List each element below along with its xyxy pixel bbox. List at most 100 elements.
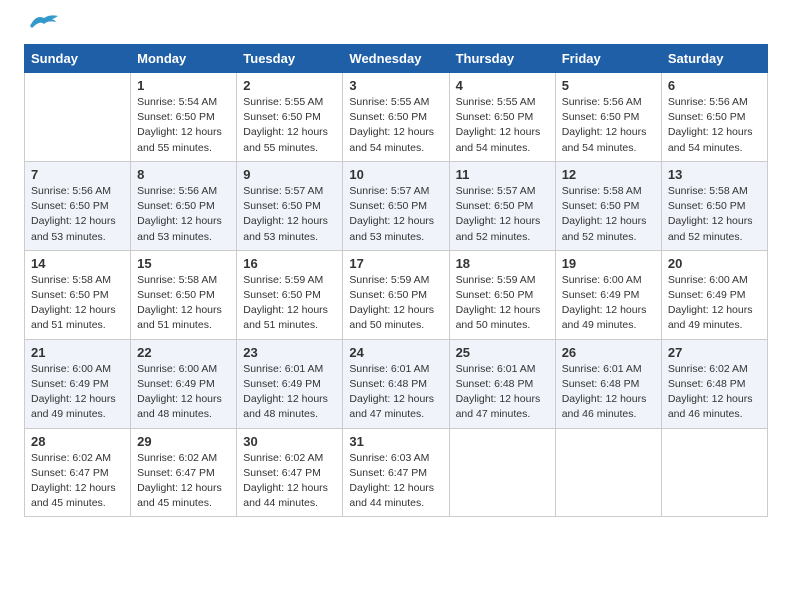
sun-info: Sunrise: 5:56 AM Sunset: 6:50 PM Dayligh… [31, 184, 124, 245]
cell-content-17: 17 Sunrise: 5:59 AM Sunset: 6:50 PM Dayli… [349, 256, 442, 334]
day-number: 19 [562, 256, 655, 271]
cell-content-30: 30 Sunrise: 6:02 AM Sunset: 6:47 PM Dayli… [243, 434, 336, 512]
cell-content-29: 29Sunrise: 6:02 AM Sunset: 6:47 PM Dayli… [137, 434, 230, 512]
day-number: 21 [31, 345, 124, 360]
calendar-cell [661, 428, 767, 517]
sun-info: Sunrise: 5:57 AM Sunset: 6:50 PM Dayligh… [456, 184, 549, 245]
sun-info: Sunrise: 6:02 AM Sunset: 6:47 PM Dayligh… [137, 451, 230, 512]
sun-info: Sunrise: 5:54 AM Sunset: 6:50 PM Dayligh… [137, 95, 230, 156]
sun-info: Sunrise: 6:02 AM Sunset: 6:47 PM Dayligh… [243, 451, 336, 512]
cell-content-5: 5 Sunrise: 5:56 AM Sunset: 6:50 PM Daylig… [562, 78, 655, 156]
calendar-cell: 10 Sunrise: 5:57 AM Sunset: 6:50 PM Dayli… [343, 161, 449, 250]
sun-info: Sunrise: 5:59 AM Sunset: 6:50 PM Dayligh… [456, 273, 549, 334]
weekday-header-sunday: Sunday [25, 45, 131, 73]
calendar-cell: 22Sunrise: 6:00 AM Sunset: 6:49 PM Dayli… [131, 339, 237, 428]
sun-info: Sunrise: 6:00 AM Sunset: 6:49 PM Dayligh… [562, 273, 655, 334]
day-number: 11 [456, 167, 549, 182]
calendar-cell [449, 428, 555, 517]
sun-info: Sunrise: 6:00 AM Sunset: 6:49 PM Dayligh… [137, 362, 230, 423]
calendar-cell: 7Sunrise: 5:56 AM Sunset: 6:50 PM Daylig… [25, 161, 131, 250]
sun-info: Sunrise: 6:01 AM Sunset: 6:49 PM Dayligh… [243, 362, 336, 423]
cell-content-22: 22Sunrise: 6:00 AM Sunset: 6:49 PM Dayli… [137, 345, 230, 423]
calendar-cell: 26Sunrise: 6:01 AM Sunset: 6:48 PM Dayli… [555, 339, 661, 428]
calendar-cell: 17 Sunrise: 5:59 AM Sunset: 6:50 PM Dayli… [343, 250, 449, 339]
calendar-cell: 12 Sunrise: 5:58 AM Sunset: 6:50 PM Dayli… [555, 161, 661, 250]
sun-info: Sunrise: 6:00 AM Sunset: 6:49 PM Dayligh… [668, 273, 761, 334]
sun-info: Sunrise: 5:56 AM Sunset: 6:50 PM Dayligh… [562, 95, 655, 156]
calendar-cell: 24 Sunrise: 6:01 AM Sunset: 6:48 PM Dayli… [343, 339, 449, 428]
cell-content-7: 7Sunrise: 5:56 AM Sunset: 6:50 PM Daylig… [31, 167, 124, 245]
page-header [24, 20, 768, 34]
day-number: 15 [137, 256, 230, 271]
day-number: 14 [31, 256, 124, 271]
calendar-cell: 13Sunrise: 5:58 AM Sunset: 6:50 PM Dayli… [661, 161, 767, 250]
weekday-header-tuesday: Tuesday [237, 45, 343, 73]
day-number: 18 [456, 256, 549, 271]
day-number: 27 [668, 345, 761, 360]
cell-content-24: 24 Sunrise: 6:01 AM Sunset: 6:48 PM Dayli… [349, 345, 442, 423]
sun-info: Sunrise: 5:58 AM Sunset: 6:50 PM Dayligh… [668, 184, 761, 245]
sun-info: Sunrise: 6:01 AM Sunset: 6:48 PM Dayligh… [349, 362, 442, 423]
sun-info: Sunrise: 5:59 AM Sunset: 6:50 PM Dayligh… [349, 273, 442, 334]
day-number: 1 [137, 78, 230, 93]
calendar-header: SundayMondayTuesdayWednesdayThursdayFrid… [25, 45, 768, 73]
cell-content-14: 14Sunrise: 5:58 AM Sunset: 6:50 PM Dayli… [31, 256, 124, 334]
sun-info: Sunrise: 5:59 AM Sunset: 6:50 PM Dayligh… [243, 273, 336, 334]
calendar-cell: 30 Sunrise: 6:02 AM Sunset: 6:47 PM Dayli… [237, 428, 343, 517]
cell-content-12: 12 Sunrise: 5:58 AM Sunset: 6:50 PM Dayli… [562, 167, 655, 245]
calendar-table: SundayMondayTuesdayWednesdayThursdayFrid… [24, 44, 768, 517]
cell-content-20: 20 Sunrise: 6:00 AM Sunset: 6:49 PM Dayli… [668, 256, 761, 334]
calendar-body: 1 Sunrise: 5:54 AM Sunset: 6:50 PM Daylig… [25, 73, 768, 517]
calendar-cell: 20 Sunrise: 6:00 AM Sunset: 6:49 PM Dayli… [661, 250, 767, 339]
day-number: 16 [243, 256, 336, 271]
calendar-cell: 5 Sunrise: 5:56 AM Sunset: 6:50 PM Daylig… [555, 73, 661, 162]
day-number: 5 [562, 78, 655, 93]
cell-content-16: 16 Sunrise: 5:59 AM Sunset: 6:50 PM Dayli… [243, 256, 336, 334]
cell-content-13: 13Sunrise: 5:58 AM Sunset: 6:50 PM Dayli… [668, 167, 761, 245]
sun-info: Sunrise: 5:58 AM Sunset: 6:50 PM Dayligh… [137, 273, 230, 334]
sun-info: Sunrise: 5:57 AM Sunset: 6:50 PM Dayligh… [349, 184, 442, 245]
cell-content-11: 11 Sunrise: 5:57 AM Sunset: 6:50 PM Dayli… [456, 167, 549, 245]
sun-info: Sunrise: 5:55 AM Sunset: 6:50 PM Dayligh… [243, 95, 336, 156]
calendar-cell: 27Sunrise: 6:02 AM Sunset: 6:48 PM Dayli… [661, 339, 767, 428]
sun-info: Sunrise: 5:55 AM Sunset: 6:50 PM Dayligh… [456, 95, 549, 156]
weekday-header-friday: Friday [555, 45, 661, 73]
calendar-cell [555, 428, 661, 517]
cell-content-23: 23Sunrise: 6:01 AM Sunset: 6:49 PM Dayli… [243, 345, 336, 423]
day-number: 8 [137, 167, 230, 182]
cell-content-1: 1 Sunrise: 5:54 AM Sunset: 6:50 PM Daylig… [137, 78, 230, 156]
day-number: 2 [243, 78, 336, 93]
calendar-cell: 18 Sunrise: 5:59 AM Sunset: 6:50 PM Dayli… [449, 250, 555, 339]
sun-info: Sunrise: 6:01 AM Sunset: 6:48 PM Dayligh… [456, 362, 549, 423]
day-number: 24 [349, 345, 442, 360]
calendar-cell: 21 Sunrise: 6:00 AM Sunset: 6:49 PM Dayli… [25, 339, 131, 428]
day-number: 9 [243, 167, 336, 182]
cell-content-19: 19 Sunrise: 6:00 AM Sunset: 6:49 PM Dayli… [562, 256, 655, 334]
sun-info: Sunrise: 5:58 AM Sunset: 6:50 PM Dayligh… [562, 184, 655, 245]
day-number: 17 [349, 256, 442, 271]
cell-content-4: 4 Sunrise: 5:55 AM Sunset: 6:50 PM Daylig… [456, 78, 549, 156]
calendar-cell: 19 Sunrise: 6:00 AM Sunset: 6:49 PM Dayli… [555, 250, 661, 339]
day-number: 10 [349, 167, 442, 182]
calendar-cell: 29Sunrise: 6:02 AM Sunset: 6:47 PM Dayli… [131, 428, 237, 517]
cell-content-15: 15 Sunrise: 5:58 AM Sunset: 6:50 PM Dayli… [137, 256, 230, 334]
calendar-cell: 3Sunrise: 5:55 AM Sunset: 6:50 PM Daylig… [343, 73, 449, 162]
day-number: 6 [668, 78, 761, 93]
cell-content-25: 25Sunrise: 6:01 AM Sunset: 6:48 PM Dayli… [456, 345, 549, 423]
day-number: 30 [243, 434, 336, 449]
day-number: 4 [456, 78, 549, 93]
cell-content-10: 10 Sunrise: 5:57 AM Sunset: 6:50 PM Dayli… [349, 167, 442, 245]
sun-info: Sunrise: 6:03 AM Sunset: 6:47 PM Dayligh… [349, 451, 442, 512]
sun-info: Sunrise: 5:56 AM Sunset: 6:50 PM Dayligh… [137, 184, 230, 245]
calendar-cell: 23Sunrise: 6:01 AM Sunset: 6:49 PM Dayli… [237, 339, 343, 428]
sun-info: Sunrise: 6:00 AM Sunset: 6:49 PM Dayligh… [31, 362, 124, 423]
calendar-cell: 11 Sunrise: 5:57 AM Sunset: 6:50 PM Dayli… [449, 161, 555, 250]
weekday-header-monday: Monday [131, 45, 237, 73]
calendar-cell: 16 Sunrise: 5:59 AM Sunset: 6:50 PM Dayli… [237, 250, 343, 339]
day-number: 12 [562, 167, 655, 182]
calendar-cell [25, 73, 131, 162]
cell-content-3: 3Sunrise: 5:55 AM Sunset: 6:50 PM Daylig… [349, 78, 442, 156]
sun-info: Sunrise: 6:01 AM Sunset: 6:48 PM Dayligh… [562, 362, 655, 423]
sun-info: Sunrise: 6:02 AM Sunset: 6:47 PM Dayligh… [31, 451, 124, 512]
day-number: 20 [668, 256, 761, 271]
